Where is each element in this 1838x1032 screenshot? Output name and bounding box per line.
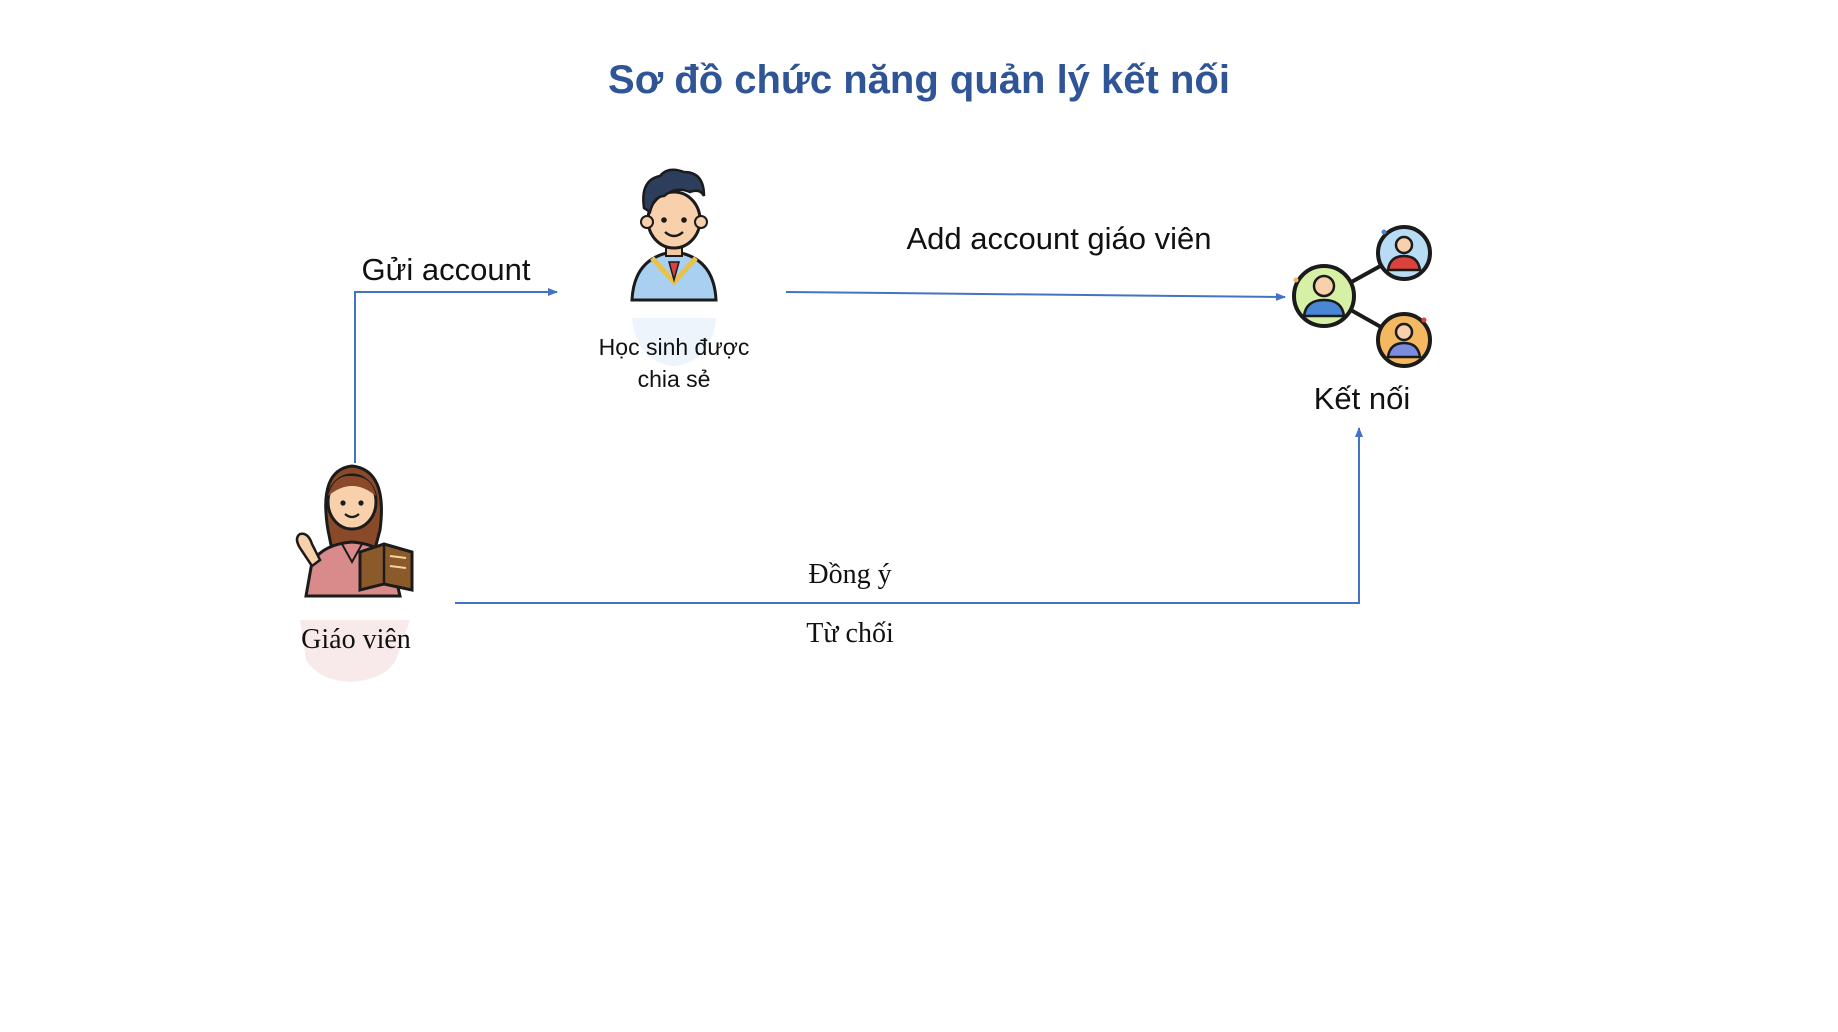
add-account-arrow — [785, 291, 1286, 301]
reject-label: Từ chối — [806, 618, 894, 649]
send-account-label: Gửi account — [362, 252, 531, 287]
diagram-canvas: Sơ đồ chức năng quản lý kết nối Gửi acco… — [295, 58, 1432, 682]
send-account-arrow — [354, 288, 558, 463]
student-label-line1: Học sinh được — [599, 334, 750, 360]
student-label-line2: chia sẻ — [638, 366, 711, 392]
add-account-label: Add account giáo viên — [906, 221, 1211, 256]
accept-label: Đồng ý — [808, 559, 891, 590]
response-arrow — [455, 427, 1363, 604]
network-icon — [1292, 225, 1432, 368]
teacher-label: Giáo viên — [301, 624, 411, 655]
connection-label: Kết nối — [1314, 381, 1411, 416]
diagram-title: Sơ đồ chức năng quản lý kết nối — [608, 58, 1230, 102]
